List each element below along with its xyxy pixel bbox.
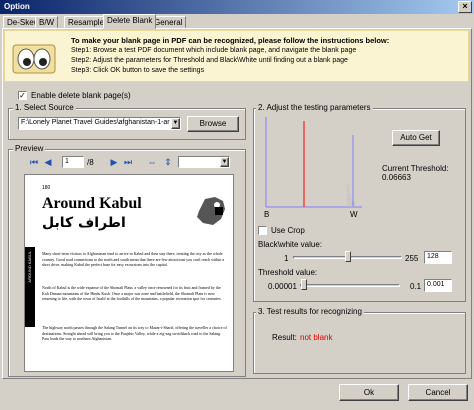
- preview-paragraph-3: The highway north passes through the Sal…: [42, 325, 227, 341]
- results-group: [253, 312, 466, 374]
- map-marker: [215, 207, 223, 215]
- histogram-chart: [265, 117, 362, 208]
- use-crop-label: Use Crop: [271, 226, 305, 235]
- instructions-heading: To make your blank page in PDF can be re…: [71, 36, 390, 45]
- threshold-value-label: Threshold value:: [258, 268, 318, 277]
- last-page-icon[interactable]: ⏭: [122, 156, 134, 168]
- result-label: Result:: [272, 333, 297, 342]
- prev-page-icon[interactable]: ◀: [42, 156, 54, 168]
- enable-delete-blank-label: Enable delete blank page(s): [31, 91, 131, 100]
- histogram-w-label: W: [350, 210, 358, 219]
- threshold-slider-track[interactable]: [300, 284, 400, 287]
- fit-width-icon[interactable]: ⇔: [146, 156, 158, 168]
- source-dropdown-arrow-icon[interactable]: ▼: [171, 118, 180, 129]
- preview-page: 180 Around Kabul اطراف كابل AROUND KABUL…: [24, 174, 234, 372]
- tab-resample[interactable]: Resample: [64, 16, 109, 28]
- instructions-step2: Step2: Adjust the parameters for Thresho…: [71, 57, 348, 64]
- threshold-slider-thumb[interactable]: [300, 279, 307, 290]
- first-page-icon[interactable]: ⏮: [28, 156, 40, 168]
- close-button[interactable]: ×: [458, 1, 472, 13]
- preview-heading-arabic: اطراف كابل: [42, 215, 126, 231]
- preview-heading-english: Around Kabul: [42, 195, 142, 212]
- threshold-value-input[interactable]: 0.001: [424, 279, 452, 292]
- source-path-select[interactable]: F:\Lonely Planet Travel Guides\afghanist…: [18, 117, 181, 130]
- window-title: Option: [4, 2, 30, 11]
- instructions-step3: Step3: Click OK button to save the setti…: [71, 67, 205, 74]
- instructions-eyes-icon: [12, 44, 56, 74]
- preview-label: Preview: [13, 144, 46, 153]
- fit-height-icon[interactable]: ⇕: [162, 156, 174, 168]
- instructions-step1: Step1: Browse a test PDF document which …: [71, 47, 357, 54]
- preview-paragraph-2: North of Kabul is the wide expanse of th…: [42, 285, 222, 301]
- current-threshold-value: 0.06663: [382, 173, 411, 182]
- instructions-banner: To make your blank page in PDF can be re…: [4, 30, 469, 82]
- page-number-input[interactable]: 1: [62, 156, 84, 168]
- enable-delete-blank-checkbox[interactable]: ✓: [18, 91, 27, 100]
- next-page-icon[interactable]: ▶: [108, 156, 120, 168]
- source-path-value: F:\Lonely Planet Travel Guides\afghanist…: [21, 119, 170, 126]
- threshold-min-label: 0.00001: [268, 282, 297, 291]
- histogram-b-label: B: [264, 210, 270, 219]
- bw-slider-thumb[interactable]: [344, 251, 351, 262]
- preview-paragraph-1: Many short-term visitors to Afghanistan …: [42, 251, 225, 267]
- results-label: 3. Test results for recognizing: [256, 307, 364, 316]
- use-crop-checkbox[interactable]: [258, 226, 267, 235]
- bw-value-label: Black\white value:: [258, 240, 323, 249]
- bw-max-label: 255: [405, 254, 419, 263]
- ok-button[interactable]: Ok: [339, 384, 399, 401]
- preview-page-number: 180: [42, 185, 51, 191]
- window-titlebar: Option: [0, 0, 474, 14]
- tab-bw[interactable]: B/W: [35, 16, 59, 28]
- browse-button[interactable]: Browse: [187, 116, 239, 132]
- cancel-button[interactable]: Cancel: [408, 384, 468, 401]
- auto-get-button[interactable]: Auto Get: [392, 130, 440, 146]
- threshold-max-label: 0.1: [410, 282, 422, 291]
- zoom-dropdown-arrow-icon[interactable]: ▼: [220, 157, 229, 167]
- bw-value-input[interactable]: 128: [424, 251, 452, 264]
- bw-min-label: 1: [284, 254, 289, 263]
- tab-delete-blank[interactable]: Delete Blank: [103, 14, 157, 29]
- result-value: not blank: [300, 333, 333, 342]
- testing-parameters-label: 2. Adjust the testing parameters: [256, 103, 373, 112]
- preview-side-tab: AROUND KABUL: [25, 247, 35, 327]
- page-total-text: /8: [87, 158, 94, 167]
- current-threshold-label: Current Threshold:: [382, 164, 449, 173]
- preview-side-tab-text: AROUND KABUL: [27, 251, 32, 283]
- select-source-label: 1. Select Source: [13, 103, 76, 112]
